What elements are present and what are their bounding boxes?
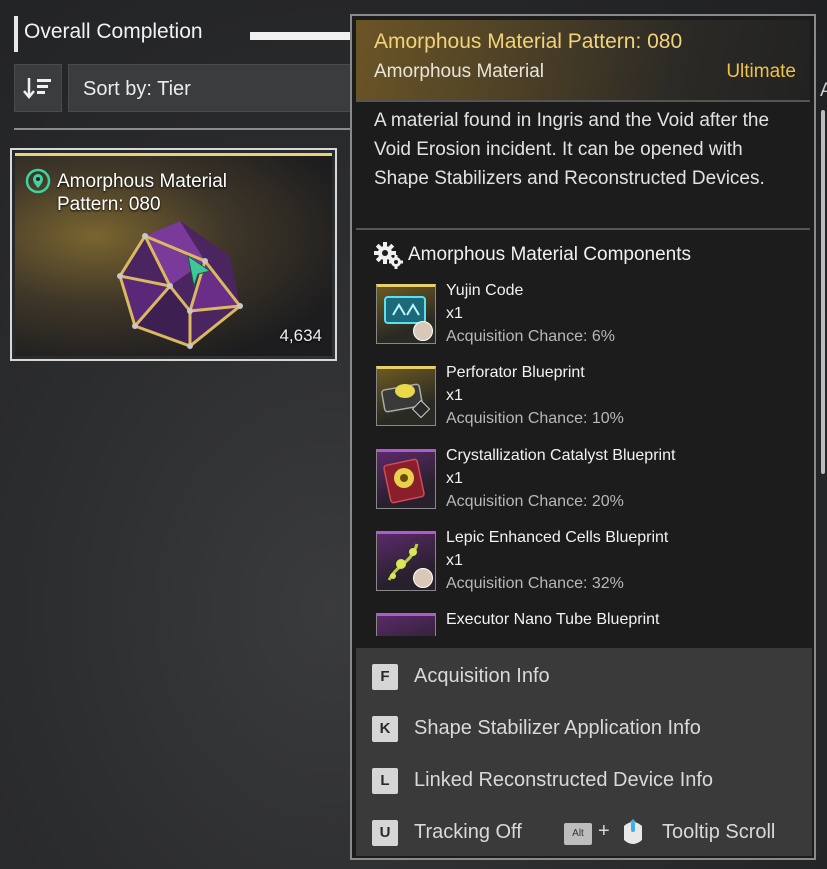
action-linked-device-info[interactable]: L Linked Reconstructed Device Info [372, 766, 802, 796]
lepic-enhanced-cells-thumbnail [376, 531, 436, 591]
component-item: Lepic Enhanced Cells Blueprint x1 Acquis… [374, 529, 804, 605]
location-pin-icon [25, 168, 51, 194]
key-hint: L [372, 768, 398, 794]
blueprint-icon [383, 458, 425, 504]
component-chance: Acquisition Chance: 6% [446, 328, 615, 345]
divider [14, 128, 354, 130]
alt-key-hint: Alt [564, 823, 592, 845]
item-card-name: Amorphous Material Pattern: 080 [57, 171, 228, 215]
yujin-code-thumbnail [376, 284, 436, 344]
tooltip-item-type: Amorphous Material [374, 61, 545, 82]
component-item: Crystallization Catalyst Blueprint x1 Ac… [374, 447, 804, 523]
key-hint: K [372, 716, 398, 742]
key-hint: F [372, 664, 398, 690]
component-name: Lepic Enhanced Cells Blueprint [446, 529, 669, 546]
action-label: Shape Stabilizer Application Info [414, 717, 701, 739]
component-quantity: x1 [446, 305, 463, 322]
tooltip-title: Amorphous Material Pattern: 080 [374, 30, 683, 53]
component-item: Perforator Blueprint x1 Acquisition Chan… [374, 364, 804, 440]
component-item: Executor Nano Tube Blueprint [374, 611, 804, 636]
character-avatar [413, 321, 433, 341]
scrollbar[interactable] [821, 110, 825, 474]
offscreen-text-fragment: A [820, 80, 827, 101]
components-heading-label: Amorphous Material Components [408, 244, 692, 265]
component-chance: Acquisition Chance: 32% [446, 575, 624, 592]
sort-by-label: Sort by: Tier [83, 78, 191, 100]
tooltip-divider [356, 100, 810, 102]
component-quantity: x1 [446, 387, 463, 404]
blueprint-icon [381, 383, 431, 419]
component-quantity: x1 [446, 470, 463, 487]
action-acquisition-info[interactable]: F Acquisition Info [372, 662, 802, 692]
action-shape-stabilizer-info[interactable]: K Shape Stabilizer Application Info [372, 714, 802, 744]
action-tracking-toggle[interactable]: U Tracking Off Alt + Tooltip Scroll [372, 818, 802, 848]
component-chance: Acquisition Chance: 10% [446, 410, 624, 427]
sort-order-button[interactable] [14, 64, 62, 112]
item-count: 4,634 [279, 326, 322, 345]
action-label: Linked Reconstructed Device Info [414, 769, 714, 791]
plus-sign: + [598, 820, 610, 842]
component-item: Yujin Code x1 Acquisition Chance: 6% [374, 282, 804, 358]
header-accent-bar [14, 16, 18, 52]
header-title: Overall Completion [24, 20, 203, 43]
item-card-amorphous-material[interactable]: Amorphous Material Pattern: 080 4,634 [10, 148, 337, 361]
tooltip-actions: F Acquisition Info K Shape Stabilizer Ap… [356, 648, 812, 856]
component-quantity: x1 [446, 552, 463, 569]
action-label: Tracking Off [414, 821, 522, 843]
component-name: Executor Nano Tube Blueprint [446, 611, 660, 628]
item-card-inner: Amorphous Material Pattern: 080 4,634 [15, 153, 332, 356]
tooltip-header: Amorphous Material Pattern: 080 Amorphou… [356, 20, 810, 100]
key-hint: U [372, 820, 398, 846]
item-tooltip: Amorphous Material Pattern: 080 Amorphou… [350, 14, 816, 860]
sort-descending-icon [23, 78, 51, 99]
mouse-wheel-icon [624, 819, 642, 844]
component-name: Crystallization Catalyst Blueprint [446, 447, 676, 464]
tooltip-scroll-label: Tooltip Scroll [662, 821, 776, 843]
amorphous-material-crystal-icon [117, 221, 243, 349]
tooltip-description: A material found in Ingris and the Void … [374, 110, 770, 189]
action-label: Acquisition Info [414, 665, 550, 687]
component-chance: Acquisition Chance: 20% [446, 493, 624, 510]
gears-icon [374, 242, 403, 269]
tooltip-rarity: Ultimate [726, 61, 796, 82]
perforator-blueprint-thumbnail [376, 366, 436, 426]
crystallization-catalyst-thumbnail [376, 449, 436, 509]
executor-nano-tube-thumbnail [376, 613, 436, 636]
tooltip-divider [356, 228, 810, 230]
components-list[interactable]: Yujin Code x1 Acquisition Chance: 6% Per… [374, 282, 804, 636]
character-avatar [413, 568, 433, 588]
sort-by-dropdown[interactable]: Sort by: Tier [68, 64, 368, 112]
component-name: Yujin Code [446, 282, 524, 299]
component-name: Perforator Blueprint [446, 364, 585, 381]
